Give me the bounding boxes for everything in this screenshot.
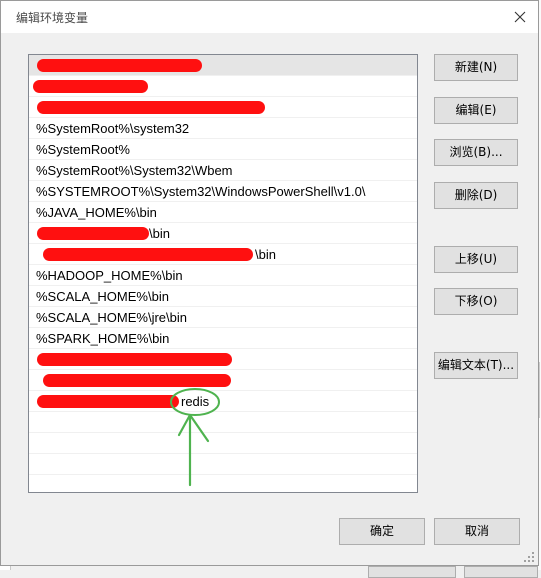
title-bar: 编辑环境变量 — [1, 1, 538, 33]
browse-button[interactable]: 浏览(B)... — [434, 139, 518, 166]
list-item[interactable]: redis — [29, 391, 417, 412]
close-button[interactable] — [502, 1, 538, 33]
redaction-mark — [37, 395, 179, 408]
list-item[interactable]: %SystemRoot% — [29, 139, 417, 160]
edit-button[interactable]: 编辑(E) — [434, 97, 518, 124]
list-item[interactable]: %SYSTEMROOT%\System32\WindowsPowerShell\… — [29, 181, 417, 202]
redaction-mark — [37, 353, 232, 366]
list-item[interactable]: \bin — [29, 244, 417, 265]
dialog-title: 编辑环境变量 — [16, 11, 89, 25]
resize-grip-icon[interactable] — [524, 552, 534, 562]
list-item[interactable] — [29, 349, 417, 370]
delete-button[interactable]: 删除(D) — [434, 182, 518, 209]
redaction-mark — [37, 227, 149, 240]
close-icon — [514, 11, 526, 23]
redaction-mark — [43, 248, 253, 261]
edit-text-button[interactable]: 编辑文本(T)... — [434, 352, 518, 379]
move-down-button[interactable]: 下移(O) — [434, 288, 518, 315]
list-item[interactable] — [29, 370, 417, 391]
list-item[interactable]: %SCALA_HOME%\bin — [29, 286, 417, 307]
ok-button[interactable]: 确定 — [339, 518, 425, 545]
redaction-mark — [37, 101, 265, 114]
new-button[interactable]: 新建(N) — [434, 54, 518, 81]
list-item[interactable]: %HADOOP_HOME%\bin — [29, 265, 417, 286]
list-item[interactable] — [29, 55, 417, 76]
redaction-mark — [37, 59, 202, 72]
list-item[interactable]: %JAVA_HOME%\bin — [29, 202, 417, 223]
move-up-button[interactable]: 上移(U) — [434, 246, 518, 273]
background-button[interactable] — [464, 566, 538, 578]
list-item[interactable]: %SCALA_HOME%\jre\bin — [29, 307, 417, 328]
edit-env-var-dialog: 编辑环境变量 %SystemRoot%\system32 %SystemRoot… — [0, 0, 539, 566]
background-button[interactable] — [368, 566, 456, 578]
list-item[interactable] — [29, 76, 417, 97]
list-item[interactable] — [29, 454, 417, 475]
list-item[interactable] — [29, 412, 417, 433]
cancel-button[interactable]: 取消 — [434, 518, 520, 545]
redaction-mark — [33, 80, 148, 93]
list-item[interactable]: \bin — [29, 223, 417, 244]
path-entries-list[interactable]: %SystemRoot%\system32 %SystemRoot% %Syst… — [28, 54, 418, 493]
list-item[interactable] — [29, 97, 417, 118]
list-item[interactable] — [29, 433, 417, 454]
list-item[interactable]: %SPARK_HOME%\bin — [29, 328, 417, 349]
list-item[interactable]: %SystemRoot%\System32\Wbem — [29, 160, 417, 181]
redaction-mark — [43, 374, 231, 387]
list-item[interactable]: %SystemRoot%\system32 — [29, 118, 417, 139]
